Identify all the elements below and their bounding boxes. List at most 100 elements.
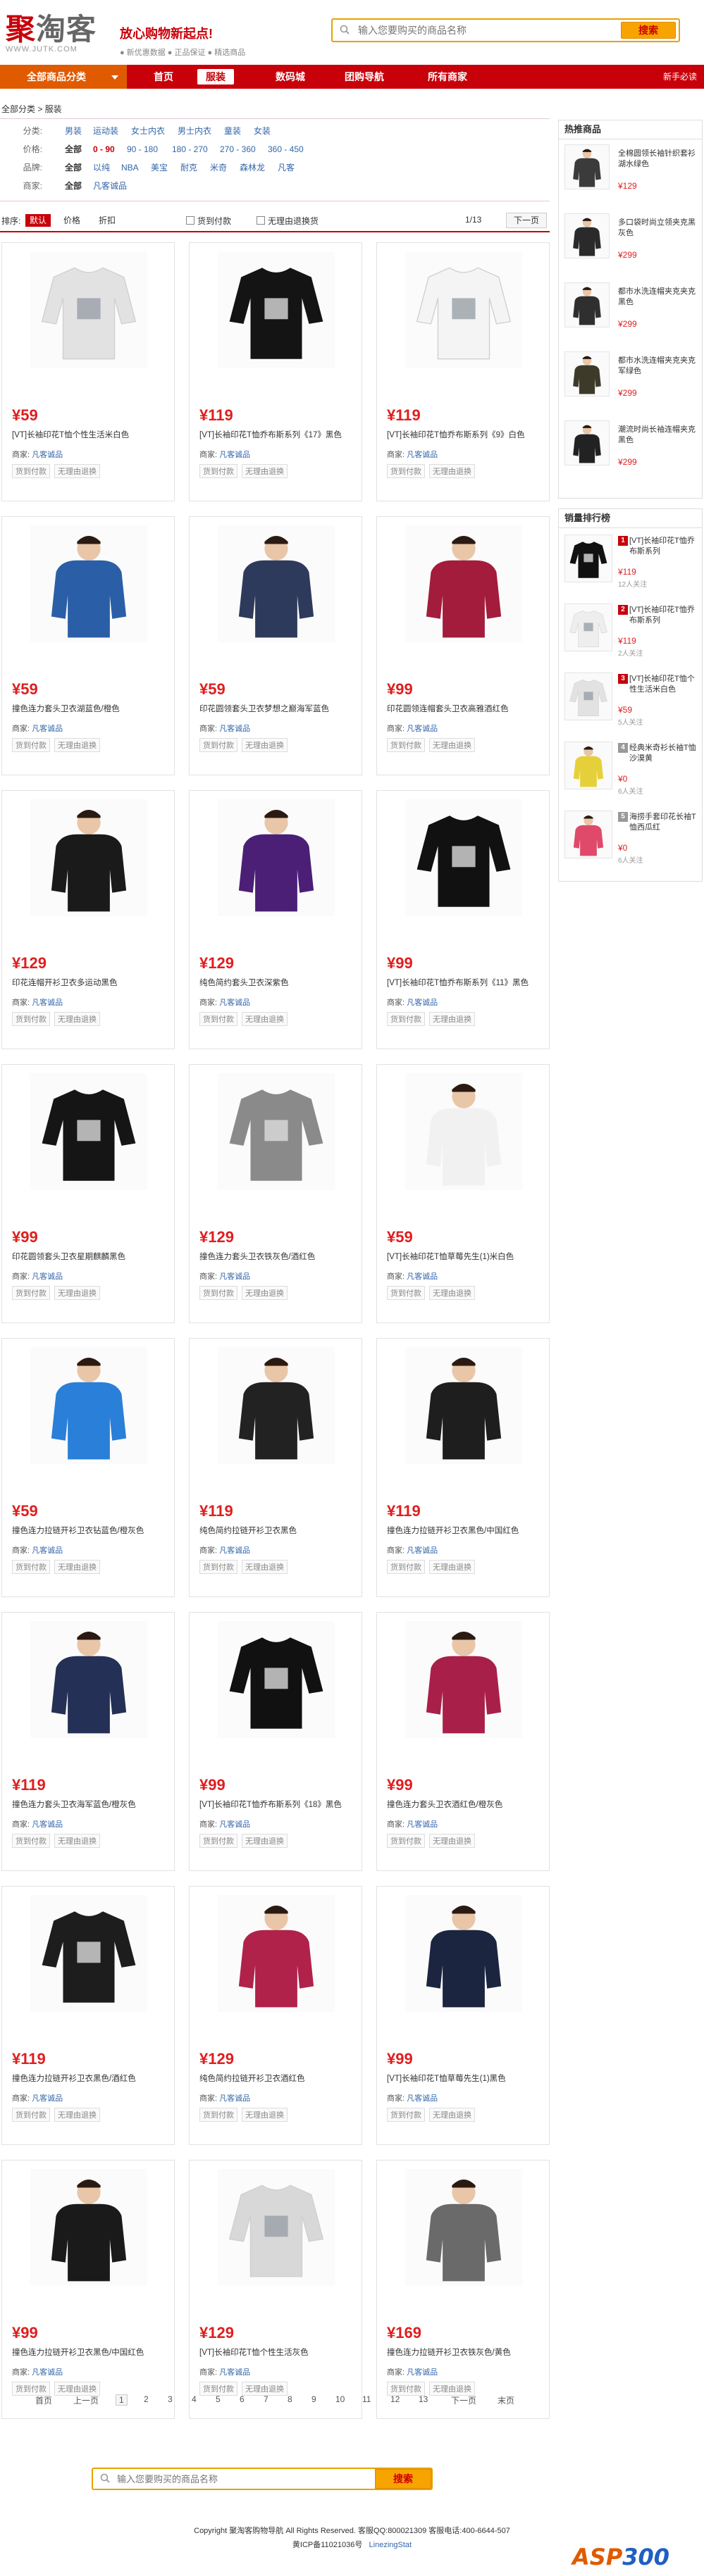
- filter-all[interactable]: 全部: [65, 178, 82, 194]
- product-image[interactable]: [218, 251, 335, 368]
- product-card[interactable]: ¥59 撞色连力套头卫衣湖蓝色/橙色 商家: 凡客诚品 货到付款 无理由退换: [1, 516, 175, 775]
- product-title[interactable]: 纯色简约拉链开衫卫衣黑色: [199, 1525, 356, 1536]
- hot-product-title[interactable]: 全棉圆领长袖针织套衫湖水绿色: [618, 149, 696, 170]
- product-title[interactable]: 印花连帽开衫卫衣多运动黑色: [12, 977, 168, 988]
- product-title[interactable]: 撞色连力拉链开衫卫衣黑色/中国红色: [387, 1525, 543, 1536]
- rank-product-title[interactable]: [VT]长袖印花T恤乔布斯系列: [629, 536, 697, 557]
- product-title[interactable]: 撞色连力套头卫衣海军蓝色/橙灰色: [12, 1799, 168, 1810]
- seller-link[interactable]: 凡客诚品: [219, 1820, 250, 1829]
- nav-clothing[interactable]: 服装: [197, 69, 234, 85]
- product-image[interactable]: [405, 2169, 522, 2286]
- seller-link[interactable]: 凡客诚品: [32, 2368, 63, 2377]
- product-card[interactable]: ¥119 撞色连力套头卫衣海军蓝色/橙灰色 商家: 凡客诚品 货到付款 无理由退换: [1, 1612, 175, 1871]
- product-image[interactable]: [30, 1347, 147, 1464]
- rank-item[interactable]: 4 经典米奇衫长袖T恤沙漠黄 ¥0 6人关注: [564, 742, 698, 805]
- product-image[interactable]: [218, 1895, 335, 2012]
- sort-next-button[interactable]: 下一页: [506, 213, 548, 228]
- product-title[interactable]: 纯色简约拉链开衫卫衣酒红色: [199, 2072, 356, 2084]
- hot-product-item[interactable]: 都市水洗连帽夹克夹克黑色 ¥299: [564, 282, 698, 333]
- product-title[interactable]: 撞色连力拉链开衫卫衣铁灰色/黄色: [387, 2346, 543, 2358]
- rank-product-title[interactable]: [VT]长袖印花T恤乔布斯系列: [629, 605, 697, 626]
- top-search-input[interactable]: [357, 20, 627, 41]
- hot-product-item[interactable]: 多口袋时尚立领夹克黑灰色 ¥299: [564, 213, 698, 264]
- hot-product-item[interactable]: 都市水洗连帽夹克夹克军绿色 ¥299: [564, 351, 698, 402]
- product-image[interactable]: [218, 1621, 335, 1738]
- product-image[interactable]: [30, 1621, 147, 1738]
- product-title[interactable]: [VT]长袖印花T恤个性生活米白色: [12, 429, 168, 440]
- product-image[interactable]: [218, 1073, 335, 1190]
- nav-digital[interactable]: 数码城: [271, 69, 310, 85]
- rank-product-title[interactable]: 海捞手套印花长袖T恤西瓜红: [629, 812, 697, 833]
- seller-link[interactable]: 凡客诚品: [407, 451, 438, 459]
- filter-option[interactable]: 凡客: [278, 160, 295, 175]
- product-card[interactable]: ¥129 纯色简约套头卫衣深紫色 商家: 凡客诚品 货到付款 无理由退换: [189, 790, 362, 1049]
- product-title[interactable]: [VT]长袖印花T恤乔布斯系列《11》黑色: [387, 977, 543, 988]
- filter-option[interactable]: 米奇: [210, 160, 227, 175]
- product-title[interactable]: [VT]长袖印花T恤个性生活灰色: [199, 2346, 356, 2358]
- filter-option[interactable]: 运动装: [93, 123, 118, 139]
- rank-item[interactable]: 2 [VT]长袖印花T恤乔布斯系列 ¥119 2人关注: [564, 604, 698, 667]
- product-card[interactable]: ¥129 纯色简约拉链开衫卫衣酒红色 商家: 凡客诚品 货到付款 无理由退换: [189, 1886, 362, 2145]
- product-title[interactable]: [VT]长袖印花T恤乔布斯系列《18》黑色: [199, 1799, 356, 1810]
- pager-next[interactable]: 下一页: [451, 2394, 476, 2406]
- seller-link[interactable]: 凡客诚品: [407, 999, 438, 1007]
- pager-last[interactable]: 末页: [498, 2394, 514, 2406]
- pager-page[interactable]: 11: [362, 2394, 371, 2404]
- product-image[interactable]: [30, 1073, 147, 1190]
- seller-link[interactable]: 凡客诚品: [32, 1546, 63, 1555]
- product-card[interactable]: ¥59 撞色连力拉链开衫卫衣钻蓝色/橙灰色 商家: 凡客诚品 货到付款 无理由退换: [1, 1338, 175, 1597]
- product-card[interactable]: ¥99 撞色连力套头卫衣酒红色/橙灰色 商家: 凡客诚品 货到付款 无理由退换: [376, 1612, 550, 1871]
- seller-link[interactable]: 凡客诚品: [407, 1820, 438, 1829]
- rank-item[interactable]: 3 [VT]长袖印花T恤个性生活米白色 ¥59 5人关注: [564, 673, 698, 736]
- seller-link[interactable]: 凡客诚品: [219, 2094, 250, 2103]
- hot-product-thumb[interactable]: [564, 144, 610, 189]
- filter-all[interactable]: 全部: [65, 142, 82, 157]
- product-image[interactable]: [30, 1895, 147, 2012]
- product-card[interactable]: ¥59 [VT]长袖印花T恤个性生活米白色 商家: 凡客诚品 货到付款 无理由退换: [1, 242, 175, 501]
- seller-link[interactable]: 凡客诚品: [219, 1273, 250, 1281]
- nav-help-link[interactable]: 新手必读: [663, 65, 697, 89]
- product-card[interactable]: ¥129 印花连帽开衫卫衣多运动黑色 商家: 凡客诚品 货到付款 无理由退换: [1, 790, 175, 1049]
- pager-page[interactable]: 6: [240, 2394, 245, 2404]
- product-card[interactable]: ¥99 印花圆领套头卫衣星期麒麟黑色 商家: 凡客诚品 货到付款 无理由退换: [1, 1064, 175, 1323]
- filter-option[interactable]: 女装: [254, 123, 271, 139]
- filter-option[interactable]: 180 - 270: [172, 142, 208, 157]
- pager-page[interactable]: 12: [390, 2394, 400, 2404]
- seller-link[interactable]: 凡客诚品: [407, 2368, 438, 2377]
- pager-prev[interactable]: 上一页: [73, 2394, 99, 2406]
- nav-groupbuy[interactable]: 团购导航: [340, 69, 389, 85]
- filter-option[interactable]: 美宝: [151, 160, 168, 175]
- filter-option[interactable]: 童装: [224, 123, 241, 139]
- product-title[interactable]: [VT]长袖印花T恤乔布斯系列《17》黑色: [199, 429, 356, 440]
- product-image[interactable]: [218, 2169, 335, 2286]
- rank-product-thumb[interactable]: [564, 604, 612, 651]
- product-title[interactable]: 印花圆领套头卫衣星期麒麟黑色: [12, 1251, 168, 1262]
- product-image[interactable]: [405, 799, 522, 916]
- pager-first[interactable]: 首页: [35, 2394, 52, 2406]
- product-image[interactable]: [405, 1073, 522, 1190]
- pager-page[interactable]: 8: [288, 2394, 292, 2404]
- product-card[interactable]: ¥59 [VT]长袖印花T恤草莓先生(1)米白色 商家: 凡客诚品 货到付款 无理由退换: [376, 1064, 550, 1323]
- product-image[interactable]: [218, 525, 335, 642]
- pager-page[interactable]: 7: [264, 2394, 268, 2404]
- breadcrumb[interactable]: 全部分类 > 服装: [1, 103, 62, 115]
- seller-link[interactable]: 凡客诚品: [407, 725, 438, 733]
- rank-item[interactable]: 5 海捞手套印花长袖T恤西瓜红 ¥0 6人关注: [564, 811, 698, 874]
- product-title[interactable]: 撞色连力套头卫衣铁灰色/酒红色: [199, 1251, 356, 1262]
- product-image[interactable]: [405, 1895, 522, 2012]
- pager-page[interactable]: 10: [335, 2394, 345, 2404]
- all-categories-button[interactable]: 全部商品分类: [0, 65, 127, 89]
- product-card[interactable]: ¥99 撞色连力拉链开衫卫衣黑色/中国红色 商家: 凡客诚品 货到付款 无理由退换: [1, 2160, 175, 2419]
- rank-product-title[interactable]: [VT]长袖印花T恤个性生活米白色: [629, 674, 697, 695]
- rank-product-thumb[interactable]: [564, 673, 612, 720]
- rank-product-thumb[interactable]: [564, 811, 612, 858]
- rank-product-thumb[interactable]: [564, 742, 612, 789]
- product-card[interactable]: ¥119 纯色简约拉链开衫卫衣黑色 商家: 凡客诚品 货到付款 无理由退换: [189, 1338, 362, 1597]
- filter-option[interactable]: 森林龙: [240, 160, 265, 175]
- product-image[interactable]: [30, 2169, 147, 2286]
- pager-page[interactable]: 3: [168, 2394, 173, 2404]
- seller-link[interactable]: 凡客诚品: [32, 999, 63, 1007]
- hot-product-thumb[interactable]: [564, 282, 610, 327]
- product-image[interactable]: [30, 251, 147, 368]
- pager-page[interactable]: 9: [311, 2394, 316, 2404]
